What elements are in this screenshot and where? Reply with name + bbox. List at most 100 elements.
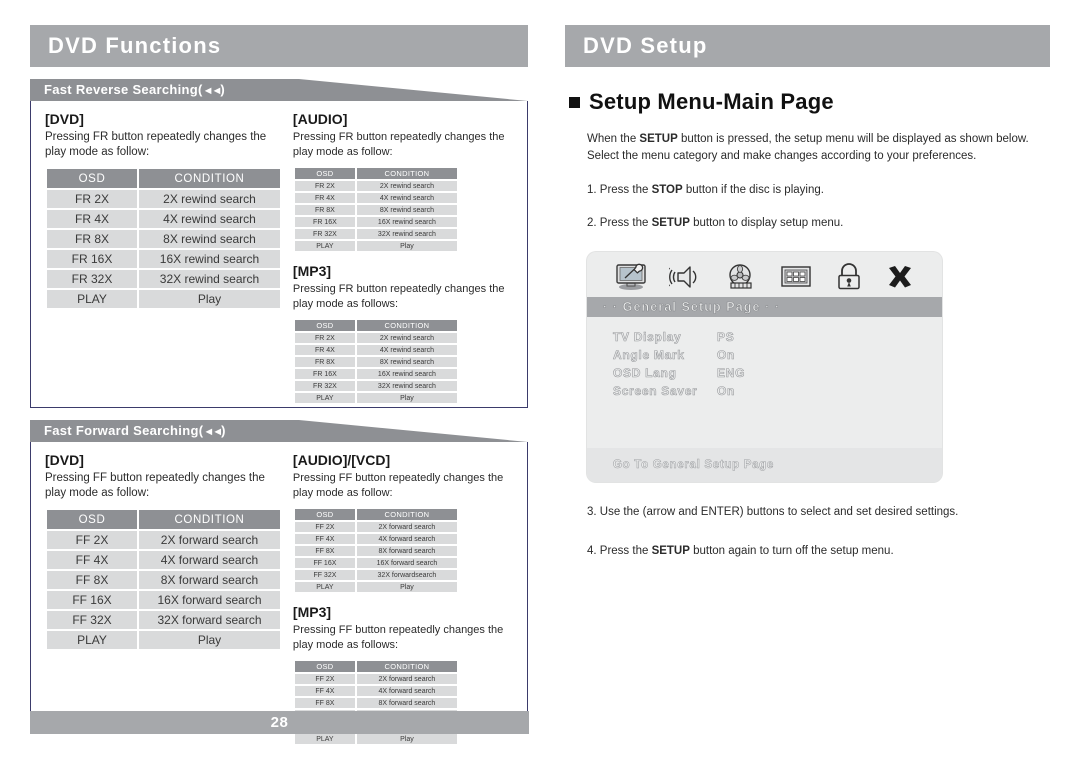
table-cell-osd: FF 2X: [45, 529, 139, 552]
general-setup-icon[interactable]: [614, 263, 648, 291]
table-header-row: OSD CONDITION: [292, 507, 459, 523]
setup-step-2: 2. Press the SETUP button to display set…: [587, 215, 1046, 232]
table-cell-osd: FF 32X: [45, 609, 139, 632]
table-row: FF 2X 2X forward search: [45, 529, 282, 552]
table-cell-condition: 4X forward search: [354, 684, 459, 699]
table-row: FR 2X 2X rewind search: [292, 179, 459, 194]
table-cell-osd: FR 32X: [45, 268, 139, 291]
setup-menu-heading: Setup Menu-Main Page: [569, 89, 1050, 115]
osd-setup-screen: · · General Setup Page · · TV Display PS…: [587, 252, 942, 482]
table-row: FF 2X 2X forward search: [292, 672, 459, 687]
left-page-banner-title: DVD Functions: [48, 33, 222, 58]
osd-item-osd-lang[interactable]: OSD Lang: [613, 365, 717, 381]
table-cell-condition: 16X forward search: [137, 589, 282, 612]
osd-value-screen-saver[interactable]: On: [717, 383, 942, 399]
table-cell-osd: FF 2X: [292, 520, 357, 535]
step-4-lead: 4. Press the: [587, 545, 652, 558]
setup-step-1: 1. Press the STOP button if the disc is …: [587, 182, 1046, 199]
osd-menu-list: TV Display PS Angle Mark On OSD Lang ENG…: [587, 317, 942, 399]
table-cell-condition: Play: [354, 239, 459, 254]
table-cell-condition: 2X forward search: [354, 672, 459, 687]
video-setup-icon[interactable]: [724, 263, 758, 291]
section-header-label: Fast Forward Searching(◄◄): [30, 420, 528, 442]
ff-dvd-title: [DVD]: [45, 452, 84, 468]
table-cell-condition: 32X rewind search: [354, 379, 459, 394]
table-cell-condition: 8X rewind search: [137, 228, 282, 251]
section-fast-reverse-searching: Fast Reverse Searching(◄◄) [DVD] Pressin…: [30, 79, 528, 408]
table-cell-condition: 16X rewind search: [354, 215, 459, 230]
table-cell-osd: PLAY: [45, 629, 139, 652]
section-header-paren: ): [221, 423, 226, 438]
table-col-condition: CONDITION: [354, 659, 459, 675]
fr-audio-desc: Pressing FR button repeatedly changes th…: [292, 131, 505, 158]
table-col-osd: OSD: [292, 318, 357, 334]
osd-value-tv-display[interactable]: PS: [717, 329, 942, 345]
setup-menu-heading-text: Setup Menu-Main Page: [589, 89, 834, 114]
table-row: FF 8X 8X forward search: [292, 696, 459, 711]
exit-setup-icon[interactable]: [885, 263, 915, 291]
osd-value-angle-mark[interactable]: On: [717, 347, 942, 363]
table-row: FR 32X 32X rewind search: [45, 268, 282, 291]
table-cell-osd: FR 16X: [45, 248, 139, 271]
table-cell-osd: FF 2X: [292, 672, 357, 687]
table-cell-osd: FR 16X: [292, 367, 357, 382]
table-row: FR 8X 8X rewind search: [292, 355, 459, 370]
table-cell-condition: 16X rewind search: [137, 248, 282, 271]
table-col-osd: OSD: [292, 659, 357, 675]
table-cell-condition: 4X rewind search: [354, 191, 459, 206]
fr-column-dvd: [DVD] Pressing FR button repeatedly chan…: [45, 111, 293, 395]
table-cell-condition: 32X rewind search: [354, 227, 459, 242]
osd-item-tv-display[interactable]: TV Display: [613, 329, 717, 345]
left-page: DVD Functions Fast Reverse Searching(◄◄)…: [0, 0, 540, 763]
right-page-banner-title: DVD Setup: [583, 33, 708, 58]
table-row: FR 16X 16X rewind search: [45, 248, 282, 271]
section-body-fast-reverse: [DVD] Pressing FR button repeatedly chan…: [30, 101, 528, 408]
table-row: FR 16X 16X rewind search: [292, 215, 459, 230]
table-row: FF 8X 8X forward search: [45, 569, 282, 592]
table-cell-osd: FR 4X: [292, 191, 357, 206]
manual-spread: DVD Functions Fast Reverse Searching(◄◄)…: [0, 0, 1080, 763]
table-row: FF 32X32X forwardsearch: [292, 568, 459, 583]
table-cell-condition: 4X rewind search: [137, 208, 282, 231]
table-cell-condition: 4X forward search: [137, 549, 282, 572]
table-cell-osd: PLAY: [292, 391, 357, 406]
ff-audio-table: OSD CONDITION FF 2X 2X forward search FF …: [292, 507, 459, 595]
preference-setup-icon[interactable]: [779, 263, 813, 291]
table-cell-condition: 4X forward search: [354, 532, 459, 547]
password-setup-icon[interactable]: [834, 262, 864, 291]
step-1-tail: button if the disc is playing.: [682, 183, 824, 196]
table-cell-osd: FR 4X: [292, 343, 357, 358]
osd-item-screen-saver[interactable]: Screen Saver: [613, 383, 717, 399]
osd-value-osd-lang[interactable]: ENG: [717, 365, 942, 381]
table-col-osd: OSD: [45, 167, 139, 191]
ff-audio-title: [AUDIO]/[VCD]: [292, 452, 391, 468]
table-row: FF 4X 4X forward search: [45, 549, 282, 572]
table-cell-condition: 2X forward search: [137, 529, 282, 552]
table-header-row: OSD CONDITION: [292, 659, 459, 675]
table-row: FF 8X 8X forward search: [292, 544, 459, 559]
table-cell-condition: 32X forward search: [137, 609, 282, 632]
table-cell-osd: FR 32X: [292, 379, 357, 394]
table-row: PLAY Play: [292, 391, 459, 406]
table-row: FR 8X 8X rewind search: [292, 203, 459, 218]
section-header-text: Fast Forward Searching(: [44, 423, 204, 438]
left-page-banner: DVD Functions: [30, 25, 528, 67]
table-col-condition: CONDITION: [354, 318, 459, 334]
audio-setup-icon[interactable]: [669, 263, 703, 291]
fr-column-audio-mp3: [AUDIO] Pressing FR button repeatedly ch…: [292, 111, 513, 406]
table-cell-osd: FR 32X: [292, 227, 357, 242]
osd-item-angle-mark[interactable]: Angle Mark: [613, 347, 717, 363]
fr-audio-table: OSD CONDITION FR 2X 2X rewind search FR 4…: [292, 166, 459, 254]
table-cell-condition: Play: [137, 288, 282, 311]
table-col-condition: CONDITION: [354, 507, 459, 523]
fr-audio-title: [AUDIO]: [292, 111, 348, 127]
table-cell-condition: 32X forwardsearch: [354, 568, 459, 583]
table-cell-osd: FF 4X: [45, 549, 139, 572]
table-row: FF 16X16X forward search: [292, 556, 459, 571]
table-cell-condition: Play: [354, 391, 459, 406]
table-row: FR 32X 32X rewind search: [292, 227, 459, 242]
rewind-icon: ◄◄: [202, 85, 223, 97]
table-cell-osd: PLAY: [292, 732, 357, 747]
section-body-fast-forward: [DVD] Pressing FF button repeatedly chan…: [30, 442, 528, 747]
table-cell-condition: 2X forward search: [354, 520, 459, 535]
